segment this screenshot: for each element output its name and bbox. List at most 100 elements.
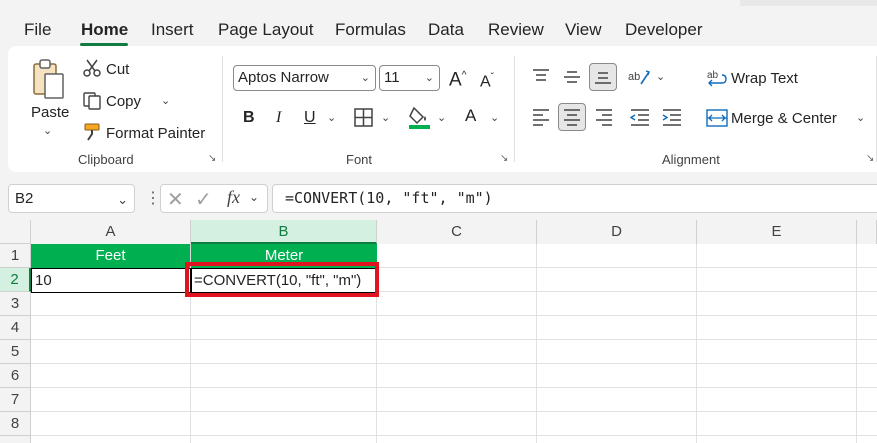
paste-icon[interactable]: [30, 58, 66, 102]
borders-chevron-down-icon[interactable]: ⌄: [381, 111, 390, 124]
font-name-dropdown[interactable]: Aptos Narrow ⌄: [233, 65, 376, 91]
copy-button[interactable]: Copy: [106, 93, 141, 111]
decrease-font-size-icon[interactable]: Aˇ: [480, 69, 494, 91]
gridline: [31, 387, 877, 388]
borders-icon[interactable]: [353, 107, 375, 129]
tab-home[interactable]: Home: [81, 20, 128, 40]
window-top-strip: [740, 0, 877, 6]
ribbon-separator: [514, 56, 515, 162]
copy-icon[interactable]: [82, 91, 102, 111]
font-color-chevron-down-icon[interactable]: ⌄: [490, 111, 499, 124]
formula-input[interactable]: =CONVERT(10, "ft", "m"): [272, 184, 877, 213]
tab-view[interactable]: View: [565, 20, 602, 40]
name-box[interactable]: B2 ⌄: [8, 184, 135, 213]
top-align-icon[interactable]: [531, 67, 551, 85]
svg-text:ab: ab: [628, 71, 640, 83]
gridline: [31, 363, 877, 364]
tab-data[interactable]: Data: [428, 20, 464, 40]
gridline: [31, 339, 877, 340]
enter-check-icon[interactable]: ✓: [195, 187, 212, 212]
column-header-e[interactable]: E: [697, 220, 857, 244]
bottom-align-icon[interactable]: [589, 63, 617, 91]
insert-function-button[interactable]: fx: [227, 187, 240, 208]
gridline: [31, 435, 877, 436]
row-header-7[interactable]: 7: [0, 388, 31, 412]
cut-icon[interactable]: [82, 58, 102, 78]
font-name-value: Aptos Narrow: [238, 69, 329, 86]
more-options-icon[interactable]: ⋮: [145, 188, 161, 208]
font-size-chevron-down-icon: ⌄: [424, 72, 434, 84]
format-painter-icon[interactable]: [82, 122, 102, 142]
font-group-label: Font: [346, 152, 373, 167]
gridline: [31, 411, 877, 412]
clipboard-group-label: Clipboard: [78, 152, 134, 167]
cell-a2[interactable]: 10: [31, 268, 191, 293]
alignment-launcher-icon[interactable]: ↘: [866, 154, 876, 164]
select-all-corner[interactable]: [0, 220, 31, 244]
cut-button[interactable]: Cut: [106, 61, 129, 79]
row-header-4[interactable]: 4: [0, 316, 31, 340]
ribbon-separator: [222, 56, 223, 162]
row-header-9[interactable]: [0, 436, 31, 443]
column-header-d[interactable]: D: [537, 220, 697, 244]
orientation-chevron-down-icon[interactable]: ⌄: [656, 70, 665, 83]
increase-indent-icon[interactable]: [661, 108, 683, 126]
align-right-icon[interactable]: [594, 108, 614, 126]
font-color-icon[interactable]: A: [465, 107, 476, 125]
decrease-indent-icon[interactable]: [629, 108, 651, 126]
menu-bar: File Home Insert Page Layout Formulas Da…: [0, 0, 877, 46]
gridline: [696, 244, 697, 443]
orientation-icon[interactable]: ab: [627, 66, 651, 88]
wrap-text-button[interactable]: Wrap Text: [731, 70, 798, 88]
row-header-3[interactable]: 3: [0, 292, 31, 316]
font-size-dropdown[interactable]: 11 ⌄: [379, 65, 440, 91]
row-header-5[interactable]: 5: [0, 340, 31, 364]
row-header-1[interactable]: 1: [0, 244, 31, 268]
merge-center-button[interactable]: Merge & Center: [731, 110, 837, 128]
fill-color-icon[interactable]: [408, 104, 432, 130]
paste-chevron-down-icon[interactable]: ⌄: [43, 124, 52, 137]
cancel-icon[interactable]: ✕: [167, 187, 184, 212]
tab-file[interactable]: File: [24, 20, 51, 40]
cell-a1[interactable]: Feet: [31, 244, 191, 268]
fx-chevron-down-icon[interactable]: ⌄: [249, 190, 259, 204]
paste-label[interactable]: Paste: [31, 104, 69, 122]
column-header-f[interactable]: [857, 220, 877, 244]
gridline: [536, 244, 537, 443]
clipboard-launcher-icon[interactable]: ↘: [208, 154, 218, 164]
merge-center-chevron-down-icon[interactable]: ⌄: [856, 111, 865, 124]
column-header-c[interactable]: C: [377, 220, 537, 244]
gridline: [31, 315, 877, 316]
merge-center-icon[interactable]: [706, 108, 728, 128]
bold-button[interactable]: B: [243, 109, 255, 127]
italic-button[interactable]: I: [276, 109, 281, 127]
increase-font-size-icon[interactable]: A^: [449, 67, 466, 89]
tab-review[interactable]: Review: [488, 20, 544, 40]
underline-button[interactable]: U: [304, 109, 316, 127]
format-painter-button[interactable]: Format Painter: [106, 125, 205, 143]
wrap-text-icon[interactable]: ab: [706, 68, 728, 88]
copy-chevron-down-icon[interactable]: ⌄: [161, 94, 170, 107]
row-header-6[interactable]: 6: [0, 364, 31, 388]
font-launcher-icon[interactable]: ↘: [500, 154, 510, 164]
name-box-chevron-down-icon[interactable]: ⌄: [117, 186, 128, 213]
formula-bar-buttons: ✕ ✓ fx ⌄: [160, 184, 268, 213]
column-header-b[interactable]: B: [191, 220, 377, 244]
tab-page-layout[interactable]: Page Layout: [218, 20, 313, 40]
column-header-a[interactable]: A: [31, 220, 191, 244]
tab-developer[interactable]: Developer: [625, 20, 703, 40]
font-size-value: 11: [384, 69, 400, 86]
middle-align-icon[interactable]: [562, 67, 582, 85]
underline-chevron-down-icon[interactable]: ⌄: [327, 111, 336, 124]
gridline: [856, 244, 857, 443]
row-header-2[interactable]: 2: [0, 268, 31, 292]
highlight-box: [185, 262, 379, 297]
svg-text:ab: ab: [707, 70, 719, 81]
tab-formulas[interactable]: Formulas: [335, 20, 406, 40]
row-header-8[interactable]: 8: [0, 412, 31, 436]
fill-color-chevron-down-icon[interactable]: ⌄: [437, 111, 446, 124]
align-center-icon[interactable]: [558, 103, 586, 131]
tab-insert[interactable]: Insert: [151, 20, 194, 40]
alignment-group-label: Alignment: [662, 152, 720, 167]
align-left-icon[interactable]: [531, 108, 551, 126]
